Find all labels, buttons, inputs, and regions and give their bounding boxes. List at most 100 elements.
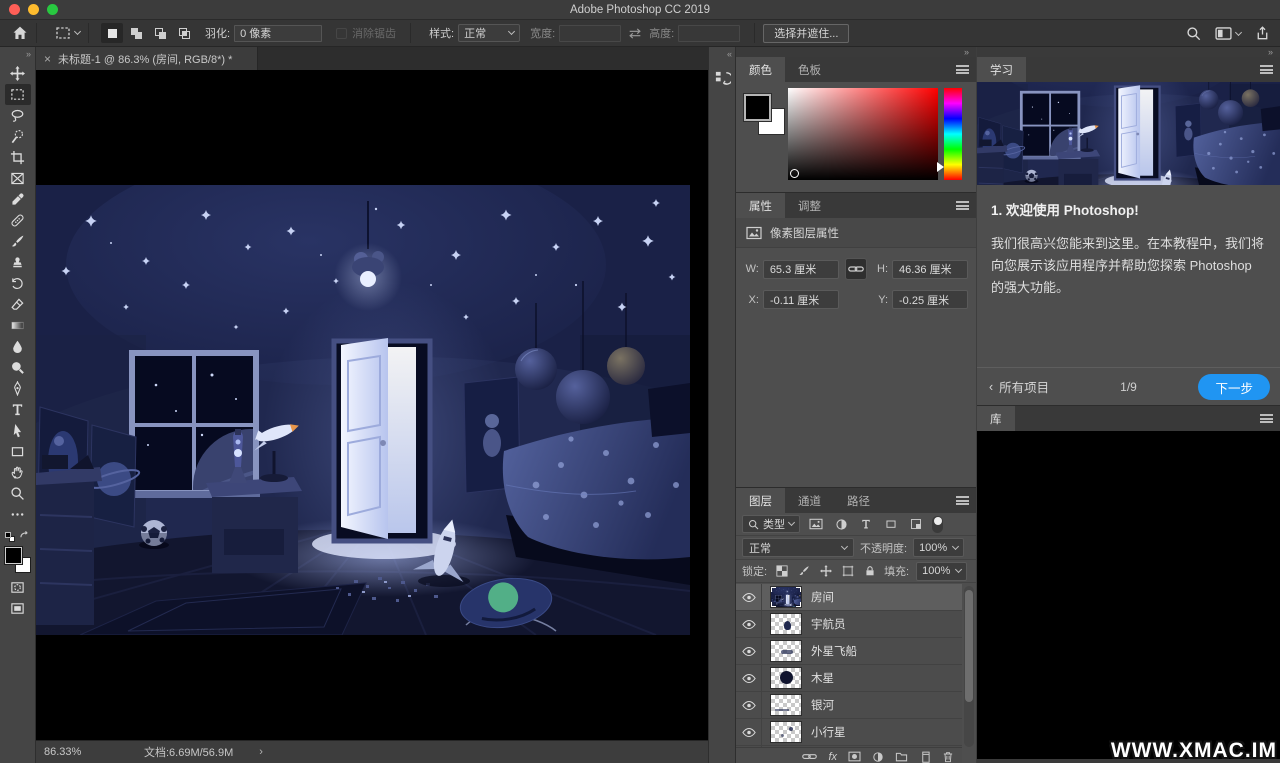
lasso-tool[interactable] <box>5 105 31 126</box>
zoom-tool[interactable] <box>5 483 31 504</box>
foreground-color-swatch[interactable] <box>744 94 771 121</box>
tab-libraries[interactable]: 库 <box>977 406 1015 431</box>
layer-row[interactable]: 宇航员 <box>736 611 962 638</box>
status-zoom-level[interactable]: 86.33% <box>44 746 106 758</box>
next-step-button[interactable]: 下一步 <box>1198 374 1270 400</box>
intersect-selection-mode-button[interactable] <box>173 23 195 43</box>
rectangular-marquee-tool[interactable] <box>5 84 31 105</box>
layer-thumbnail[interactable] <box>770 640 802 662</box>
subtract-selection-mode-button[interactable] <box>149 23 171 43</box>
panel-menu-icon[interactable] <box>956 496 969 505</box>
filter-pixel-layers-icon[interactable] <box>807 516 825 533</box>
layer-thumbnail[interactable] <box>770 586 802 608</box>
layer-name[interactable]: 宇航员 <box>811 616 846 632</box>
dock-expand-icon[interactable]: » <box>977 47 1280 57</box>
default-colors-icon[interactable] <box>5 532 15 542</box>
layer-row[interactable]: 小行星 <box>736 719 962 746</box>
pen-tool[interactable] <box>5 378 31 399</box>
layer-visibility-eye-icon[interactable] <box>736 665 762 692</box>
share-icon[interactable] <box>1255 26 1270 41</box>
new-selection-mode-button[interactable] <box>101 23 123 43</box>
canvas[interactable] <box>36 70 708 740</box>
layer-thumbnail[interactable] <box>770 694 802 716</box>
eyedropper-tool[interactable] <box>5 189 31 210</box>
dock-expand-icon[interactable]: » <box>736 47 976 57</box>
toolbar-expand-icon[interactable]: » <box>0 47 35 59</box>
layer-name[interactable]: 房间 <box>811 589 834 605</box>
new-adjustment-layer-icon[interactable] <box>872 751 884 763</box>
history-brush-tool[interactable] <box>5 273 31 294</box>
color-saturation-field[interactable] <box>788 88 938 180</box>
status-chevron-icon[interactable]: › <box>259 746 263 758</box>
tab-adjustments[interactable]: 调整 <box>785 193 834 218</box>
swap-dimensions-icon[interactable] <box>627 27 643 40</box>
layer-name[interactable]: 小行星 <box>811 724 846 740</box>
edit-toolbar-button[interactable] <box>5 504 31 525</box>
filter-smart-objects-icon[interactable] <box>907 516 925 533</box>
fill-select[interactable]: 100% <box>916 562 967 581</box>
search-icon[interactable] <box>1186 26 1201 41</box>
height-value-input[interactable] <box>892 260 968 279</box>
home-button[interactable] <box>12 25 28 41</box>
document-tab[interactable]: × 未标题-1 @ 86.3% (房间, RGB/8*) * <box>36 47 258 70</box>
layer-visibility-eye-icon[interactable] <box>736 611 762 638</box>
tab-paths[interactable]: 路径 <box>834 488 883 513</box>
history-panel-icon[interactable] <box>710 65 734 91</box>
add-selection-mode-button[interactable] <box>125 23 147 43</box>
color-field-marker[interactable] <box>790 169 799 178</box>
layer-style-fx-icon[interactable]: fx <box>828 751 837 763</box>
brush-tool[interactable] <box>5 231 31 252</box>
hue-slider-marker[interactable] <box>937 162 944 172</box>
tab-swatches[interactable]: 色板 <box>785 57 834 82</box>
width-input[interactable] <box>559 25 621 42</box>
lock-pixels-icon[interactable] <box>796 564 811 579</box>
layer-filter-type-select[interactable]: 类型 <box>742 515 800 533</box>
eraser-tool[interactable] <box>5 294 31 315</box>
frame-tool[interactable] <box>5 168 31 189</box>
select-and-mask-button[interactable]: 选择并遮住... <box>763 24 849 43</box>
layer-visibility-eye-icon[interactable] <box>736 719 762 746</box>
filter-type-layers-icon[interactable] <box>857 516 875 533</box>
width-value-input[interactable] <box>763 260 839 279</box>
filter-shape-layers-icon[interactable] <box>882 516 900 533</box>
antialias-checkbox[interactable]: 消除锯齿 <box>336 25 396 41</box>
new-layer-icon[interactable] <box>919 751 931 763</box>
quick-mask-button[interactable] <box>5 577 31 598</box>
blur-tool[interactable] <box>5 336 31 357</box>
filter-toggle[interactable] <box>932 516 943 533</box>
scrollbar-thumb[interactable] <box>965 590 973 702</box>
hue-slider[interactable] <box>944 88 962 180</box>
type-tool[interactable] <box>5 399 31 420</box>
style-select[interactable]: 正常 <box>458 24 520 42</box>
layers-scrollbar[interactable] <box>964 586 974 747</box>
layer-visibility-eye-icon[interactable] <box>736 692 762 719</box>
layer-row[interactable]: 木星 <box>736 665 962 692</box>
foreground-color-swatch[interactable] <box>5 547 22 564</box>
new-group-icon[interactable] <box>895 751 908 762</box>
blend-mode-select[interactable]: 正常 <box>742 538 854 557</box>
lock-position-icon[interactable] <box>818 564 833 579</box>
move-tool[interactable] <box>5 63 31 84</box>
rectangle-tool[interactable] <box>5 441 31 462</box>
opacity-select[interactable]: 100% <box>913 538 964 557</box>
dodge-tool[interactable] <box>5 357 31 378</box>
layer-row[interactable]: 外星飞船 <box>736 638 962 665</box>
gradient-tool[interactable] <box>5 315 31 336</box>
layer-name[interactable]: 木星 <box>811 670 834 686</box>
tab-layers[interactable]: 图层 <box>736 488 785 513</box>
panel-menu-icon[interactable] <box>1260 414 1273 423</box>
panel-menu-icon[interactable] <box>956 201 969 210</box>
layer-thumbnail[interactable] <box>770 721 802 743</box>
swap-colors-icon[interactable] <box>19 531 30 543</box>
layer-name[interactable]: 银河 <box>811 697 834 713</box>
layer-visibility-eye-icon[interactable] <box>736 638 762 665</box>
layer-row[interactable]: 银河 <box>736 692 962 719</box>
delete-layer-icon[interactable] <box>942 751 954 763</box>
y-value-input[interactable] <box>892 290 968 309</box>
lock-all-icon[interactable] <box>862 564 877 579</box>
layer-thumbnail[interactable] <box>770 613 802 635</box>
tab-learn[interactable]: 学习 <box>977 57 1026 82</box>
tab-close-icon[interactable]: × <box>44 52 51 66</box>
tab-channels[interactable]: 通道 <box>785 488 834 513</box>
current-tool-preset[interactable] <box>55 25 80 41</box>
